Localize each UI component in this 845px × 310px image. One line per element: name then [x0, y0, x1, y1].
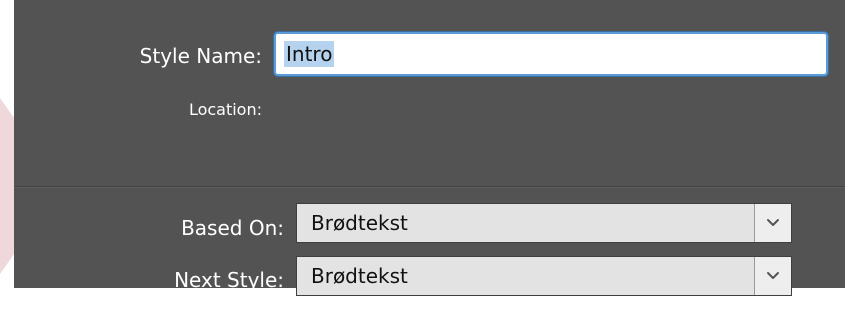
next-style-dropdown-button[interactable]	[754, 257, 791, 295]
style-options-dialog: Style Name: Intro Location: Based On: Br…	[0, 0, 845, 310]
next-style-dropdown[interactable]: Brødtekst	[296, 256, 792, 296]
based-on-label: Based On:	[181, 216, 284, 240]
chevron-down-icon	[767, 219, 779, 226]
style-name-selected-text: Intro	[284, 41, 335, 67]
location-label: Location:	[188, 100, 262, 119]
based-on-selected-value: Brødtekst	[311, 211, 408, 235]
chevron-down-icon	[767, 272, 779, 279]
next-style-selected-value: Brødtekst	[311, 264, 408, 288]
section-divider-highlight	[14, 187, 845, 188]
style-name-label: Style Name:	[139, 44, 262, 68]
based-on-dropdown-button[interactable]	[754, 204, 791, 242]
based-on-dropdown[interactable]: Brødtekst	[296, 203, 792, 243]
style-name-input[interactable]: Intro	[274, 32, 828, 76]
next-style-label: Next Style:	[174, 268, 284, 292]
